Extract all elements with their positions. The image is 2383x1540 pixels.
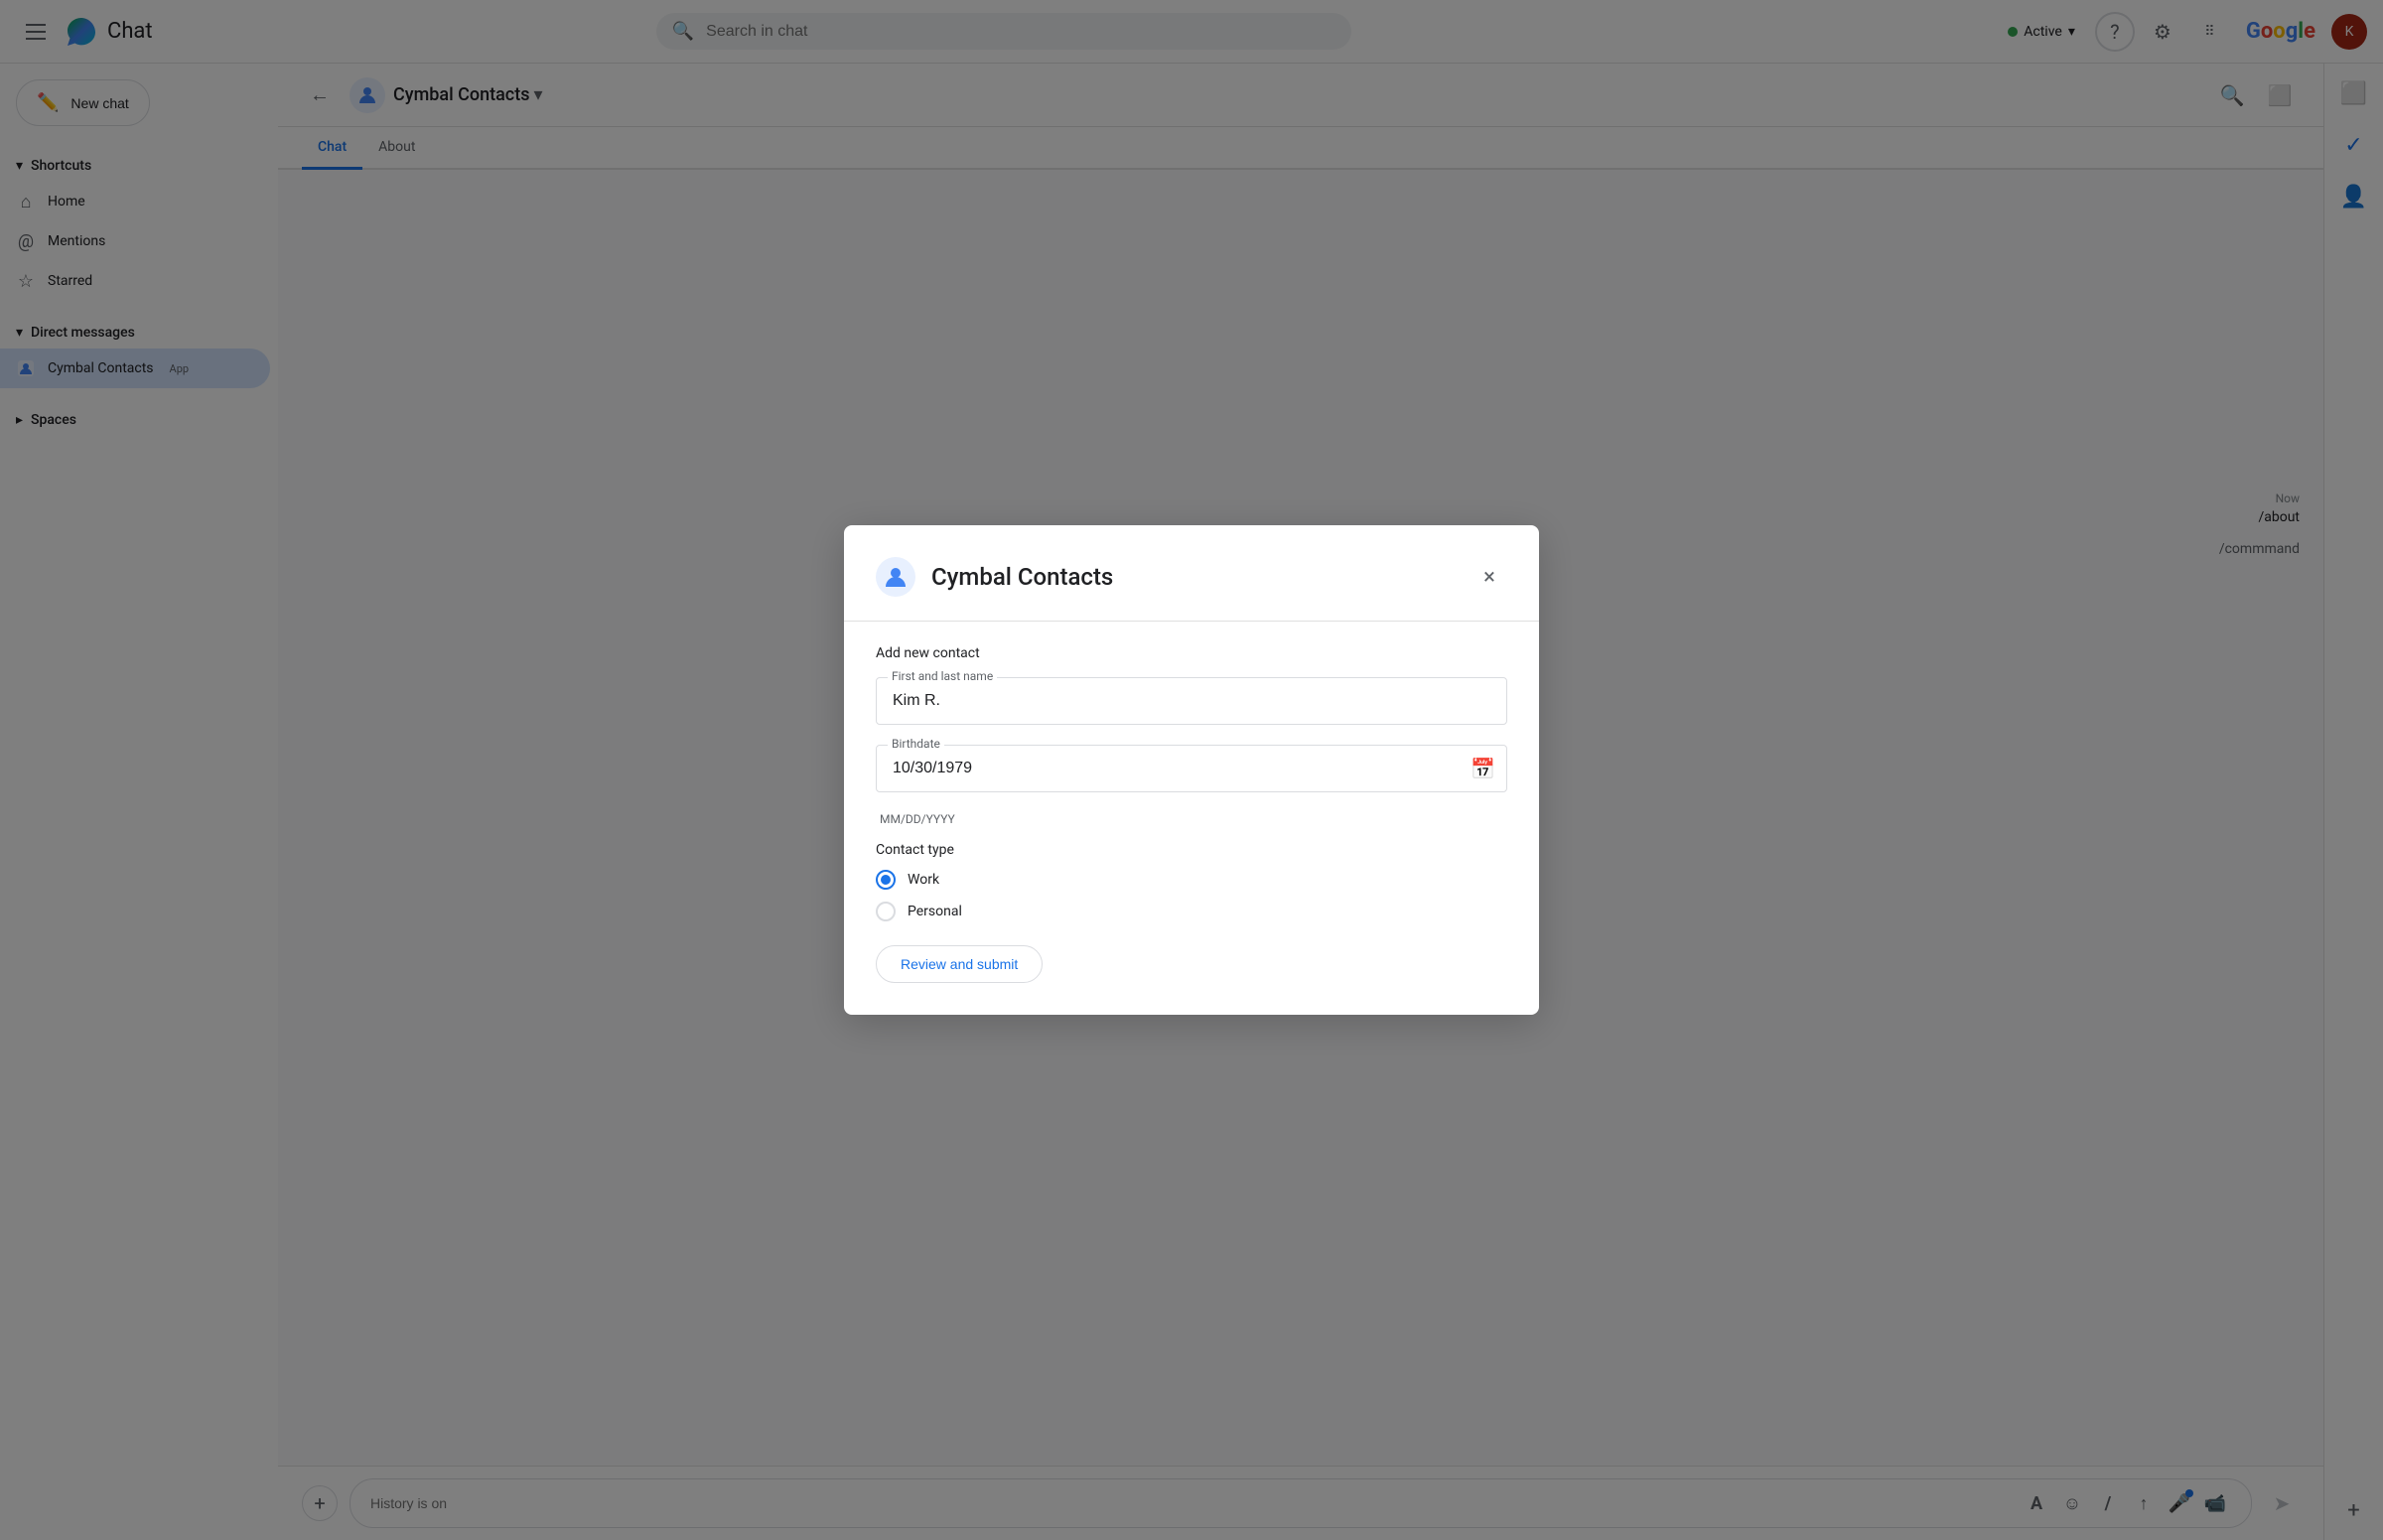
review-submit-button[interactable]: Review and submit: [876, 945, 1043, 983]
modal-close-button[interactable]: ×: [1472, 559, 1507, 595]
modal-overlay: Cymbal Contacts × Add new contact First …: [0, 0, 2383, 1540]
birthdate-field: Birthdate 📅: [876, 745, 1507, 792]
radio-personal-circle: [876, 902, 896, 921]
modal-divider: [844, 621, 1539, 622]
birthdate-input[interactable]: [876, 745, 1507, 792]
radio-work-label: Work: [908, 872, 939, 888]
contact-type-label: Contact type: [876, 842, 1507, 858]
first-name-field: First and last name: [876, 677, 1507, 725]
radio-personal-label: Personal: [908, 904, 962, 919]
birthdate-label: Birthdate: [888, 737, 944, 751]
birthdate-hint: MM/DD/YYYY: [876, 812, 1507, 826]
modal-title: Cymbal Contacts: [931, 563, 1456, 591]
first-name-input[interactable]: [876, 677, 1507, 725]
radio-work-inner: [881, 875, 891, 885]
radio-option-personal[interactable]: Personal: [876, 902, 1507, 921]
contact-type-section: Contact type Work Personal: [876, 842, 1507, 921]
radio-work-circle: [876, 870, 896, 890]
modal-header: Cymbal Contacts ×: [876, 557, 1507, 597]
contact-type-radio-group: Work Personal: [876, 870, 1507, 921]
radio-option-work[interactable]: Work: [876, 870, 1507, 890]
modal-app-icon: [876, 557, 915, 597]
first-name-label: First and last name: [888, 669, 997, 683]
calendar-icon[interactable]: 📅: [1471, 757, 1495, 780]
cymbal-contacts-modal: Cymbal Contacts × Add new contact First …: [844, 525, 1539, 1015]
modal-section-label: Add new contact: [876, 645, 1507, 661]
